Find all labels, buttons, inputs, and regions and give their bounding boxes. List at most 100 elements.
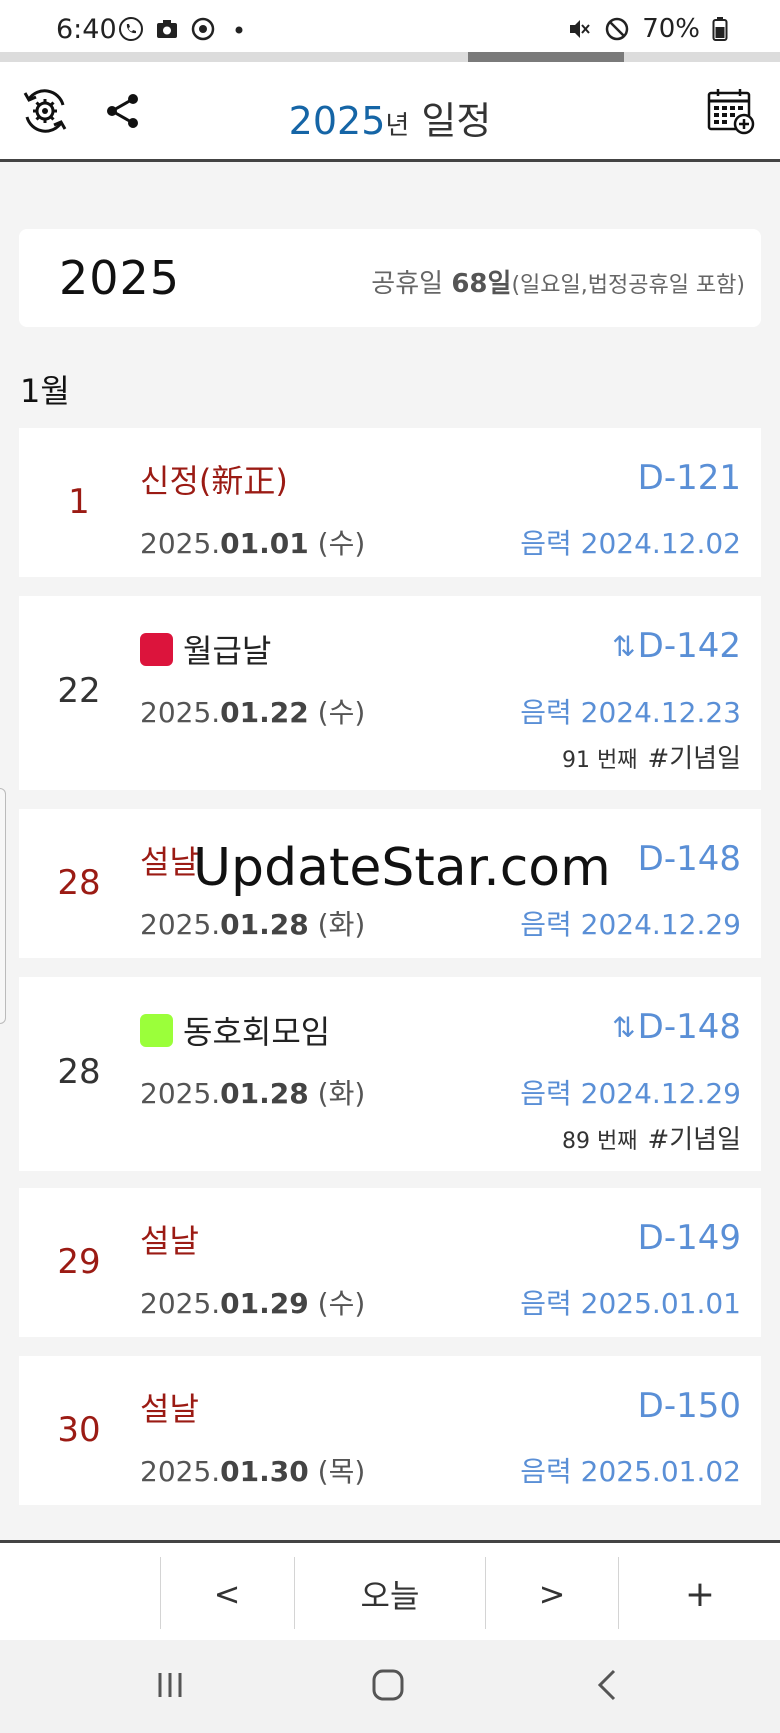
event-date-year: 2025. xyxy=(140,1455,221,1488)
event-color-swatch xyxy=(140,1013,173,1047)
event-day: 1 xyxy=(68,482,90,522)
home-icon xyxy=(368,1665,408,1709)
event-card[interactable]: 28 동호회모임 2025.01.28 (화) ⇅ D-148 음력 2024.1… xyxy=(19,977,761,1171)
event-date-day: 01.29 xyxy=(220,1287,309,1320)
scroll-indicator xyxy=(0,52,780,62)
event-dday: D-148 xyxy=(638,839,741,879)
add-event-button[interactable]: + xyxy=(620,1559,780,1629)
event-date-year: 2025. xyxy=(140,1287,221,1320)
event-name-text: 설날 xyxy=(140,1222,199,1260)
event-dday-text: D-121 xyxy=(637,458,741,498)
battery-icon xyxy=(712,16,728,42)
nav-divider xyxy=(485,1557,486,1629)
event-date-weekday: (화) xyxy=(308,908,366,941)
status-system-icons: 70% xyxy=(566,14,728,44)
event-dday-text: D-148 xyxy=(637,1007,741,1047)
event-dday: D-150 xyxy=(638,1386,741,1426)
status-bar: 6:40 70% xyxy=(0,0,780,56)
event-date-weekday: (화) xyxy=(308,1077,366,1110)
event-date-day: 01.01 xyxy=(220,527,309,560)
event-dday-text: D-149 xyxy=(637,1218,741,1258)
dot-icon xyxy=(226,16,252,42)
holiday-count: 68일 xyxy=(451,269,512,299)
event-lunar-date: 음력 2024.12.29 xyxy=(520,908,741,941)
event-date: 2025.01.22 (수) xyxy=(140,691,365,731)
event-name-text: 설날 xyxy=(140,843,199,881)
event-tag: #기념일 xyxy=(647,744,741,774)
page-title-text: 일정 xyxy=(409,99,492,143)
event-anniversary-count: 91 번째 xyxy=(561,748,638,773)
holiday-label: 공휴일 xyxy=(371,269,452,299)
event-day: 22 xyxy=(57,671,101,711)
event-lunar-date: 음력 2024.12.02 xyxy=(520,527,741,560)
today-button[interactable]: 오늘 xyxy=(296,1559,484,1629)
event-name: 신정(新正) xyxy=(140,456,288,502)
event-day: 29 xyxy=(57,1242,101,1282)
event-dday: ⇅ D-142 xyxy=(612,626,741,666)
repeat-arrows-icon: ⇅ xyxy=(612,1010,636,1044)
event-date-weekday: (목) xyxy=(308,1455,366,1488)
event-date-day: 01.28 xyxy=(220,908,309,941)
event-date-day: 01.28 xyxy=(220,1077,309,1110)
mute-icon xyxy=(566,16,592,42)
app-toolbar: 2025년 일정 xyxy=(0,62,780,162)
holiday-summary: 공휴일 68일(일요일,법정공휴일 포함) xyxy=(371,263,745,300)
home-button[interactable] xyxy=(358,1662,418,1712)
event-card[interactable]: 30 설날 2025.01.30 (목) D-150 음력 2025.01.02 xyxy=(19,1356,761,1505)
prev-month-button[interactable]: < xyxy=(162,1559,292,1629)
event-day: 28 xyxy=(57,1052,101,1092)
event-date-year: 2025. xyxy=(140,908,221,941)
back-button[interactable] xyxy=(578,1662,638,1712)
event-name-text: 월급날 xyxy=(183,632,272,670)
event-name-text: 신정(新正) xyxy=(140,462,288,500)
event-name-text: 설날 xyxy=(140,1390,199,1428)
event-color-swatch xyxy=(140,632,173,666)
repeat-arrows-icon: ⇅ xyxy=(612,629,636,663)
do-not-disturb-icon xyxy=(604,16,630,42)
event-date-year: 2025. xyxy=(140,696,221,729)
event-card[interactable]: 1 신정(新正) 2025.01.01 (수) D-121 음력 2024.12… xyxy=(19,428,761,577)
page-title-nyeon: 년 xyxy=(385,111,410,141)
next-month-button[interactable]: > xyxy=(487,1559,617,1629)
event-dday: D-149 xyxy=(638,1218,741,1258)
event-dday-text: D-148 xyxy=(637,839,741,879)
event-name: 설날 xyxy=(140,1216,199,1262)
event-date: 2025.01.28 (화) xyxy=(140,1072,365,1112)
event-dday: D-121 xyxy=(638,458,741,498)
battery-percent: 70% xyxy=(642,14,700,44)
event-dday-text: D-150 xyxy=(637,1386,741,1426)
calendar-add-icon xyxy=(706,86,756,140)
event-date-weekday: (수) xyxy=(308,527,366,560)
event-tag: #기념일 xyxy=(647,1125,741,1155)
event-date: 2025.01.01 (수) xyxy=(140,522,365,562)
page-title-year: 2025 xyxy=(288,99,386,143)
bottom-navigation: < 오늘 > + xyxy=(0,1540,780,1640)
recent-apps-icon xyxy=(150,1665,190,1709)
nav-divider xyxy=(160,1557,161,1629)
event-name: 동호회모임 xyxy=(140,1007,330,1053)
year-summary-card[interactable]: 2025 공휴일 68일(일요일,법정공휴일 포함) xyxy=(19,229,761,327)
event-card[interactable]: 29 설날 2025.01.29 (수) D-149 음력 2025.01.01 xyxy=(19,1188,761,1337)
nav-divider xyxy=(618,1557,619,1629)
event-name: 월급날 xyxy=(140,626,271,672)
event-card[interactable]: 22 월급날 2025.01.22 (수) ⇅ D-142 음력 2024.12.… xyxy=(19,596,761,790)
event-anniversary-meta: 89 번째 #기념일 xyxy=(562,1119,741,1156)
month-header: 1월 xyxy=(20,372,70,410)
event-date-day: 01.30 xyxy=(220,1455,309,1488)
phone-icon xyxy=(118,16,144,42)
event-date-day: 01.22 xyxy=(220,696,309,729)
add-calendar-button[interactable] xyxy=(704,86,758,140)
system-navigation-bar xyxy=(0,1640,780,1733)
scroll-indicator-thumb xyxy=(468,52,624,62)
watermark-text: UpdateStar.com xyxy=(193,838,611,898)
recent-apps-button[interactable] xyxy=(140,1662,200,1712)
edge-panel-handle[interactable] xyxy=(0,788,6,1024)
event-date: 2025.01.30 (목) xyxy=(140,1450,365,1490)
event-name: 설날 xyxy=(140,1384,199,1430)
event-day: 30 xyxy=(57,1410,101,1450)
event-lunar-date: 음력 2024.12.23 xyxy=(520,696,741,729)
sync-status-icon xyxy=(190,16,216,42)
event-day: 28 xyxy=(57,863,101,903)
event-date: 2025.01.28 (화) xyxy=(140,903,365,943)
event-date-year: 2025. xyxy=(140,1077,221,1110)
